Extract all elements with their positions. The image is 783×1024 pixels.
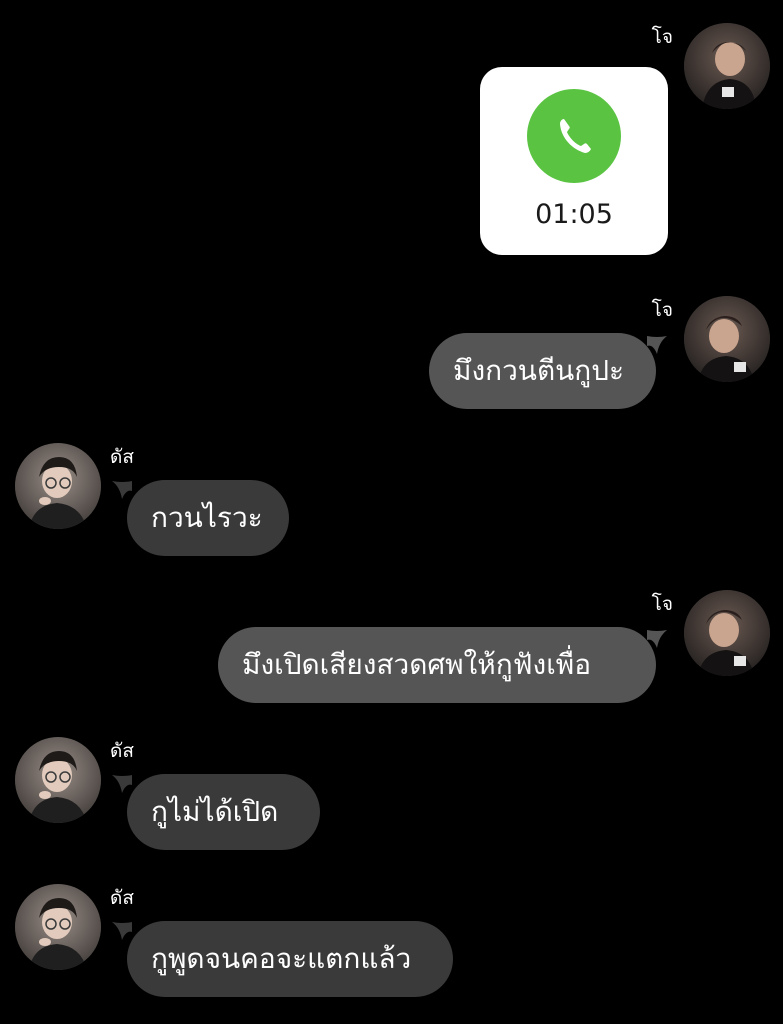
message-bubble[interactable]: กวนไรวะ	[127, 480, 289, 556]
phone-icon	[527, 89, 621, 183]
bubble-tail	[112, 481, 132, 499]
avatar-das[interactable]	[15, 443, 101, 529]
sender-name: ดัส	[110, 887, 134, 909]
avatar-jo[interactable]	[684, 23, 770, 109]
bubble-tail	[112, 775, 132, 793]
avatar-das[interactable]	[15, 737, 101, 823]
bubble-tail	[112, 922, 132, 940]
avatar-jo[interactable]	[684, 590, 770, 676]
avatar-jo[interactable]	[684, 296, 770, 382]
avatar-das[interactable]	[15, 884, 101, 970]
call-duration: 01:05	[535, 199, 613, 230]
message-bubble[interactable]: กูพูดจนคอจะแตกแล้ว	[127, 921, 453, 997]
voice-call-card[interactable]: 01:05	[480, 67, 668, 255]
sender-name: ดัส	[110, 740, 134, 762]
message-bubble[interactable]: มึงเปิดเสียงสวดศพให้กูฟังเพื่อ	[218, 627, 656, 703]
message-bubble[interactable]: กูไม่ได้เปิด	[127, 774, 320, 850]
sender-name: โจ	[651, 299, 673, 321]
sender-name: ดัส	[110, 446, 134, 468]
sender-name: โจ	[651, 26, 673, 48]
sender-name: โจ	[651, 593, 673, 615]
message-bubble[interactable]: มึงกวนตีนกูปะ	[429, 333, 656, 409]
